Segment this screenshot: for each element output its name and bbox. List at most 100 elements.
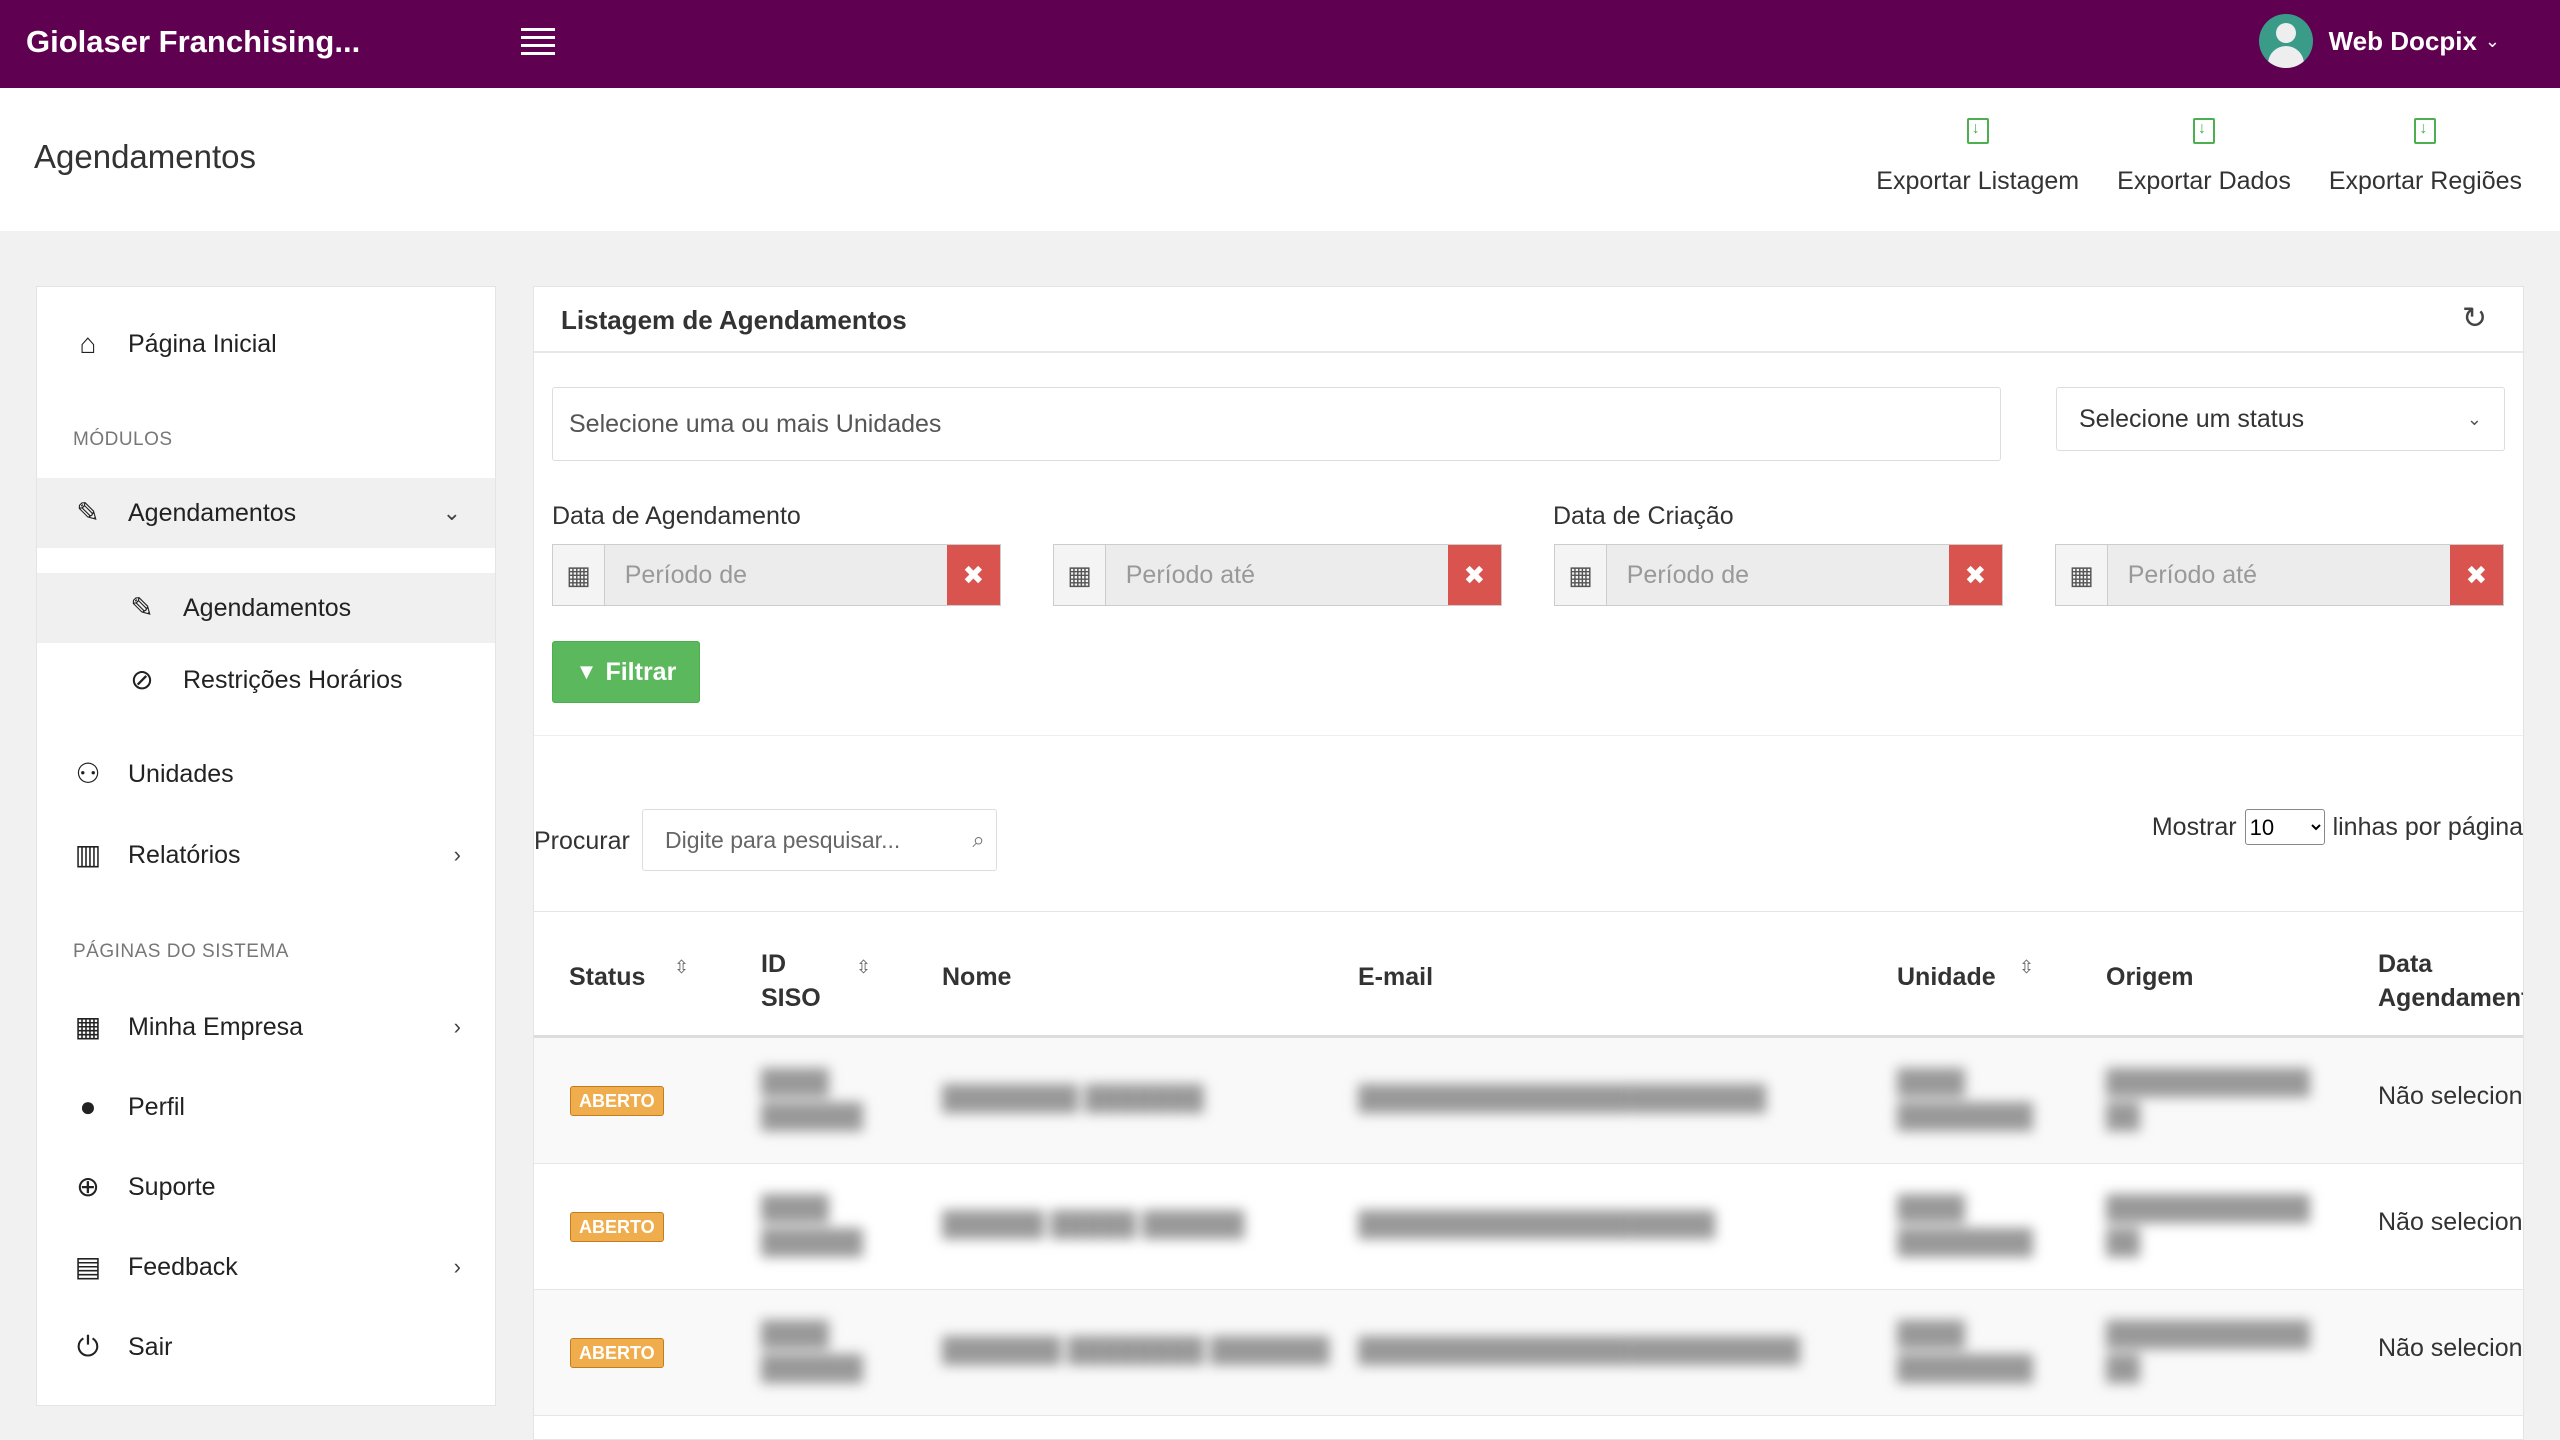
- page-title: Agendamentos: [34, 138, 256, 175]
- export-regions-button[interactable]: Exportar Regiões: [2329, 118, 2522, 196]
- created-from-input[interactable]: [1606, 545, 1949, 605]
- sidebar-subitem-restricoes[interactable]: ⊘ Restrições Horários: [37, 645, 495, 715]
- sidebar-item-label: Agendamentos: [128, 498, 297, 527]
- top-bar: Giolaser Franchising... Web Docpix ⌄: [0, 0, 2560, 88]
- lifebuoy-icon: ⊕: [76, 1171, 100, 1202]
- filter-button[interactable]: ▼ Filtrar: [552, 641, 700, 703]
- sched-from-group: ▦ ✖: [552, 544, 1001, 606]
- grid-icon: ▦: [74, 1011, 102, 1042]
- sidebar-item-label: Página Inicial: [128, 329, 277, 358]
- app-title[interactable]: Giolaser Franchising...: [26, 24, 360, 60]
- power-icon: ⏻: [76, 1331, 100, 1362]
- avatar: [2258, 14, 2313, 68]
- sched-from-input[interactable]: [604, 545, 947, 605]
- export-regions-label: Exportar Regiões: [2328, 167, 2522, 195]
- sort-icon[interactable]: ⇳: [856, 957, 871, 978]
- sidebar-heading-system: PÁGINAS DO SISTEMA: [73, 941, 289, 962]
- clear-sched-to-button[interactable]: ✖: [1447, 545, 1501, 605]
- sidebar-subitem-agendamentos[interactable]: ✎ Agendamentos: [37, 573, 495, 643]
- calendar-icon[interactable]: ▦: [1054, 545, 1106, 605]
- sched-to-group: ▦ ✖: [1053, 544, 1502, 606]
- units-placeholder: Selecione uma ou mais Unidades: [569, 409, 942, 438]
- redacted-email: ██████████████████████████: [1358, 1337, 1801, 1364]
- sort-icon[interactable]: ⇳: [674, 957, 689, 978]
- table-row[interactable]: ABERTO ████ ██████ ██████ █████ ██████ ██…: [534, 1164, 2523, 1290]
- clear-sched-from-button[interactable]: ✖: [946, 545, 1000, 605]
- filter-button-label: Filtrar: [605, 657, 677, 686]
- table-row[interactable]: ABERTO ████ ██████ ████████ ███████ █████…: [534, 1038, 2523, 1164]
- network-icon: ⚇: [75, 758, 101, 789]
- sidebar-item-label: Restrições Horários: [183, 665, 403, 694]
- edit-icon: ✎: [76, 497, 100, 528]
- redacted-name: ███████ ████████ ███████: [942, 1337, 1330, 1364]
- col-header-nome[interactable]: Nome: [942, 960, 1011, 994]
- sidebar-item-sair[interactable]: ⏻ Sair: [37, 1312, 495, 1382]
- sidebar-item-home[interactable]: ⌂ Página Inicial: [37, 309, 495, 379]
- col-header-unidade[interactable]: Unidade: [1897, 960, 1996, 994]
- col-header-email[interactable]: E-mail: [1358, 960, 1433, 994]
- redacted-unit: ████ ████████: [1897, 1195, 2034, 1256]
- col-header-status[interactable]: Status: [569, 960, 645, 994]
- filter-icon: ▼: [575, 659, 598, 684]
- table-row[interactable]: ABERTO ████ ██████ ███████ ████████ █████…: [534, 1290, 2523, 1416]
- units-multiselect[interactable]: Selecione uma ou mais Unidades: [552, 387, 2001, 461]
- export-list-button[interactable]: Exportar Listagem: [1876, 118, 2079, 196]
- divider: [534, 735, 2523, 736]
- col-header-origem[interactable]: Origem: [2106, 960, 2194, 994]
- sidebar-item-minha-empresa[interactable]: ▦ Minha Empresa ›: [37, 992, 495, 1062]
- appointments-panel: Listagem de Agendamentos ↻ Selecione uma…: [533, 286, 2524, 1440]
- sidebar-item-suporte[interactable]: ⊕ Suporte: [37, 1152, 495, 1222]
- calendar-icon[interactable]: ▦: [1555, 545, 1607, 605]
- created-to-group: ▦ ✖: [2055, 544, 2504, 606]
- export-data-button[interactable]: Exportar Dados: [2117, 118, 2291, 196]
- sidebar-item-relatorios[interactable]: ▥ Relatórios ›: [37, 820, 495, 890]
- sidebar: ⌂ Página Inicial MÓDULOS ✎ Agendamentos …: [36, 286, 496, 1406]
- sidebar-item-perfil[interactable]: ● Perfil: [37, 1072, 495, 1142]
- appointment-date: Não selecionado: [2378, 1208, 2523, 1236]
- chevron-right-icon: ›: [453, 1254, 461, 1279]
- calendar-icon[interactable]: ▦: [553, 545, 605, 605]
- ban-icon: ⊘: [130, 664, 154, 695]
- search-icon[interactable]: ⌕: [961, 827, 996, 853]
- col-header-id-line1: ID: [761, 950, 786, 978]
- redacted-origin: ████████████ ██: [2106, 1069, 2311, 1130]
- panel-title: Listagem de Agendamentos: [561, 305, 907, 335]
- export-list-label: Exportar Listagem: [1876, 167, 2080, 195]
- clear-created-from-button[interactable]: ✖: [1948, 545, 2002, 605]
- sidebar-item-agendamentos[interactable]: ✎ Agendamentos ⌄: [37, 478, 495, 548]
- created-to-input[interactable]: [2107, 545, 2450, 605]
- redacted-id: ████ ██████: [761, 1195, 864, 1256]
- search-box: ⌕: [642, 809, 997, 871]
- sidebar-item-feedback[interactable]: ▤ Feedback ›: [37, 1232, 495, 1302]
- refresh-icon[interactable]: ↻: [2462, 301, 2487, 336]
- menu-toggle-icon[interactable]: [521, 28, 555, 56]
- search-input[interactable]: [643, 826, 961, 854]
- redacted-id: ████ ██████: [761, 1069, 864, 1130]
- redacted-origin: ████████████ ██: [2106, 1321, 2311, 1382]
- user-menu[interactable]: Web Docpix ⌄: [2258, 14, 2500, 68]
- chevron-right-icon: ›: [453, 1014, 461, 1039]
- col-header-id[interactable]: ID SISO: [761, 947, 821, 1015]
- sidebar-item-label: Sair: [128, 1332, 173, 1361]
- clear-created-to-button[interactable]: ✖: [2449, 545, 2503, 605]
- sidebar-heading-modules: MÓDULOS: [73, 429, 173, 450]
- redacted-email: █████████████████████: [1358, 1211, 1716, 1238]
- redacted-unit: ████ ████████: [1897, 1321, 2034, 1382]
- rows-per-page-label: linhas por página: [2332, 812, 2523, 841]
- file-download-icon: [2192, 118, 2215, 144]
- export-actions: Exportar Listagem Exportar Dados Exporta…: [1838, 118, 2522, 196]
- chevron-down-icon: ⌄: [442, 500, 461, 525]
- calendar-icon[interactable]: ▦: [2056, 545, 2108, 605]
- comment-icon: ▤: [74, 1251, 102, 1282]
- status-select[interactable]: Selecione um status ⌄: [2056, 387, 2505, 451]
- page-size-select[interactable]: 10: [2244, 809, 2325, 845]
- sched-to-input[interactable]: [1105, 545, 1448, 605]
- date-scheduling-label: Data de Agendamento: [552, 502, 801, 530]
- col-header-data[interactable]: Data Agendamento: [2378, 947, 2523, 1015]
- status-badge: ABERTO: [570, 1338, 664, 1368]
- edit-icon: ✎: [130, 592, 154, 623]
- redacted-name: ██████ █████ ██████: [942, 1211, 1245, 1238]
- redacted-id: ████ ██████: [761, 1321, 864, 1382]
- sort-icon[interactable]: ⇳: [2019, 957, 2034, 978]
- sidebar-item-unidades[interactable]: ⚇ Unidades: [37, 739, 495, 809]
